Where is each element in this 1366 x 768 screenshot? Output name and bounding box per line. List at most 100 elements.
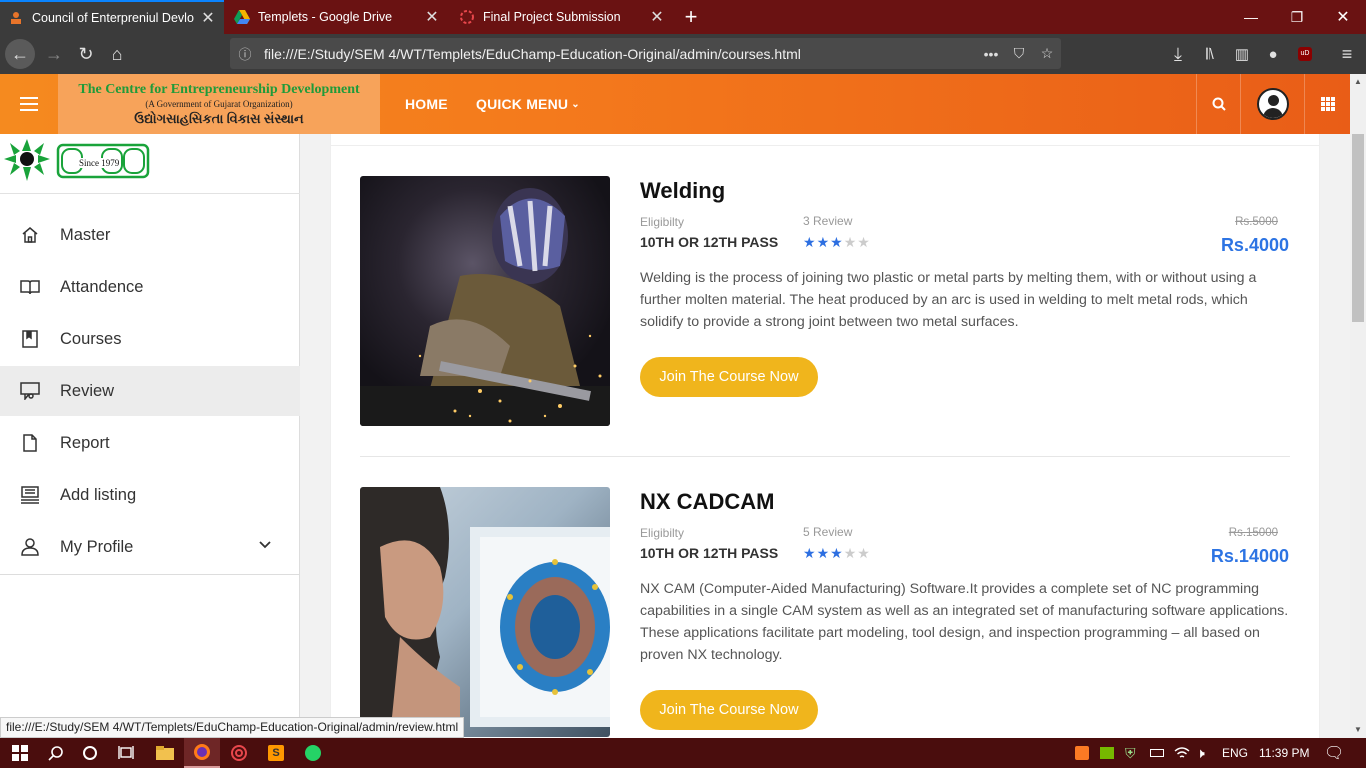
browser-tab-google-drive[interactable]: Templets - Google Drive ✕ xyxy=(226,0,448,34)
back-button[interactable]: ← xyxy=(4,34,36,74)
language-indicator[interactable]: ENG xyxy=(1222,738,1248,768)
pocket-icon[interactable]: ⛉ xyxy=(1005,45,1033,62)
browser-tab-council[interactable]: Council of Enterpreniul Devlop ✕ xyxy=(0,0,224,34)
whatsapp-icon[interactable] xyxy=(295,738,331,768)
eligibility-label: Eligibilty xyxy=(640,526,685,540)
grid-apps-icon[interactable] xyxy=(1304,74,1350,134)
course-description: NX CAM (Computer-Aided Manufacturing) So… xyxy=(640,581,1289,663)
loading-spinner-favicon xyxy=(459,9,475,25)
notification-icon[interactable]: 🗨 xyxy=(1324,738,1344,768)
nvidia-tray-icon[interactable] xyxy=(1100,738,1114,768)
sidebar-item-label: Attandence xyxy=(60,277,144,296)
join-course-button[interactable]: Join The Course Now xyxy=(640,690,818,730)
sidebar-toggle-icon[interactable]: ▥ xyxy=(1226,34,1258,74)
scroll-up-icon[interactable]: ▲ xyxy=(1350,74,1366,90)
task-view-icon[interactable] xyxy=(108,738,144,768)
battery-icon[interactable] xyxy=(1150,738,1164,768)
account-icon[interactable]: ● xyxy=(1257,34,1289,74)
chevron-down-icon[interactable] xyxy=(258,536,272,555)
star-filled-icon: ★ xyxy=(830,545,844,561)
url-bar[interactable]: ⓘ file:///E:/Study/SEM 4/WT/Templets/Edu… xyxy=(230,38,1061,69)
reload-icon[interactable]: ↻ xyxy=(70,34,102,74)
hamburger-menu-icon[interactable] xyxy=(0,74,58,134)
home-icon[interactable]: ⌂ xyxy=(101,34,133,74)
sidebar-divider xyxy=(0,574,300,575)
user-avatar-button[interactable] xyxy=(1240,74,1304,134)
info-icon[interactable]: ⓘ xyxy=(230,44,260,63)
minimize-icon[interactable]: — xyxy=(1228,0,1274,34)
review-chat-icon xyxy=(0,382,60,400)
star-empty-icon: ★ xyxy=(857,545,871,561)
course-title[interactable]: NX CADCAM xyxy=(640,489,774,515)
logo-since-text: Since 1979 xyxy=(78,158,121,168)
header-logo[interactable]: The Centre for Entrepreneurship Developm… xyxy=(58,74,380,134)
course-description: Welding is the process of joining two pl… xyxy=(640,270,1257,330)
back-arrow-icon: ← xyxy=(5,39,35,69)
star-empty-icon: ★ xyxy=(857,234,871,250)
council-favicon xyxy=(8,10,24,26)
star-empty-icon: ★ xyxy=(843,234,858,250)
sidebar-item-attandence[interactable]: Attandence xyxy=(0,262,300,312)
close-tab-icon[interactable]: ✕ xyxy=(200,8,216,28)
nav-quick-menu[interactable]: QUICK MENU ⌄ xyxy=(476,74,580,134)
review-count: 3 Review xyxy=(803,214,853,228)
sidebar-logo[interactable]: Since 1979 xyxy=(0,134,300,194)
more-actions-icon[interactable]: ••• xyxy=(977,46,1005,62)
old-price: Rs.15000 xyxy=(1228,527,1278,539)
sidebar-item-my-profile[interactable]: My Profile xyxy=(0,522,300,572)
ublock-icon[interactable]: uD xyxy=(1289,34,1321,74)
menu-icon[interactable]: ≡ xyxy=(1331,34,1363,74)
nav-quick-menu-label: QUICK MENU xyxy=(476,96,569,112)
sidebar-item-label: Report xyxy=(60,433,110,452)
close-tab-icon[interactable]: ✕ xyxy=(649,7,665,27)
eligibility-value: 10TH OR 12TH PASS xyxy=(640,234,779,250)
sidebar-item-report[interactable]: Report xyxy=(0,418,300,468)
sublime-text-icon[interactable]: S xyxy=(258,738,294,768)
google-drive-favicon xyxy=(234,9,250,25)
logo-gujarati-title: ઉદ્યોગસાહસિકતા વિકાસ સંસ્થાન xyxy=(134,110,304,126)
sidebar-item-label: My Profile xyxy=(60,537,134,556)
sidebar-item-master[interactable]: Master xyxy=(0,210,300,260)
bookmark-star-icon[interactable]: ☆ xyxy=(1033,45,1061,62)
scroll-down-icon[interactable]: ▼ xyxy=(1350,722,1366,738)
forward-button[interactable]: → xyxy=(38,34,70,74)
course-image-welding[interactable] xyxy=(360,176,610,426)
eligibility-value: 10TH OR 12TH PASS xyxy=(640,545,779,561)
file-explorer-icon[interactable] xyxy=(147,738,183,768)
join-course-button[interactable]: Join The Course Now xyxy=(640,357,818,397)
firefox-icon[interactable] xyxy=(184,738,220,768)
search-icon[interactable] xyxy=(1196,74,1240,134)
volume-icon[interactable]: 🕨 xyxy=(1196,738,1205,768)
listing-icon xyxy=(0,486,60,504)
sidebar-item-courses[interactable]: Courses xyxy=(0,314,300,364)
close-tab-icon[interactable]: ✕ xyxy=(424,7,440,27)
wifi-icon[interactable] xyxy=(1174,738,1190,768)
defender-shield-icon[interactable]: ⛨ xyxy=(1125,738,1136,768)
star-filled-icon: ★ xyxy=(803,234,817,250)
course-title[interactable]: Welding xyxy=(640,178,725,204)
sidebar-item-label: Master xyxy=(60,225,111,244)
rating-stars: ★★★★★ xyxy=(803,234,871,251)
restore-icon[interactable]: ❐ xyxy=(1274,0,1320,34)
avatar xyxy=(1256,88,1289,120)
window-close-icon[interactable]: ✕ xyxy=(1320,0,1366,34)
windows-start-icon[interactable] xyxy=(2,738,38,768)
course-image-nx-cadcam[interactable] xyxy=(360,487,610,737)
nav-home[interactable]: HOME xyxy=(405,74,448,134)
scrollbar-thumb[interactable] xyxy=(1352,134,1364,322)
sidebar-item-review[interactable]: Review xyxy=(0,366,300,416)
xampp-tray-icon[interactable] xyxy=(1075,738,1089,768)
library-icon[interactable]: 𝄃\ xyxy=(1194,34,1226,74)
new-tab-button[interactable]: + xyxy=(676,0,706,34)
bookmark-book-icon xyxy=(0,330,60,348)
clock-time[interactable]: 11:39 PM xyxy=(1259,738,1309,768)
course-price: Rs.4000 xyxy=(1220,235,1289,255)
file-icon xyxy=(0,434,60,452)
search-icon[interactable] xyxy=(38,738,74,768)
status-link-preview: file:///E:/Study/SEM 4/WT/Templets/EduCh… xyxy=(0,717,465,738)
sidebar-item-add-listing[interactable]: Add listing xyxy=(0,470,300,520)
download-icon[interactable]: ⤓ xyxy=(1162,34,1194,74)
cortana-icon[interactable] xyxy=(72,738,108,768)
app-target-icon[interactable] xyxy=(221,738,257,768)
browser-tab-final-project[interactable]: Final Project Submission ✕ xyxy=(451,0,673,34)
